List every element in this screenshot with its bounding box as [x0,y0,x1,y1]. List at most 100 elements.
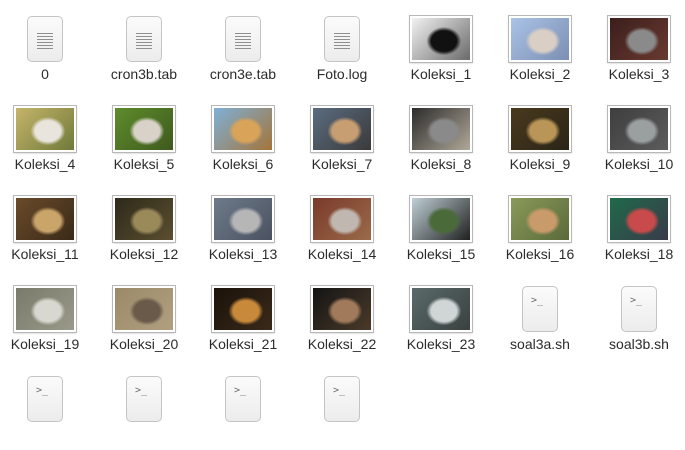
file-name-label: Koleksi_4 [14,156,76,172]
terminal-prompt-glyph: >_ [36,385,49,396]
image-thumbnail-icon [311,106,373,152]
text-lines [334,33,350,49]
file-name-label: Koleksi_6 [212,156,274,172]
file-name-label: Koleksi_18 [604,246,674,262]
file-item[interactable]: Koleksi_14 [294,180,390,270]
file-name-label: Koleksi_21 [208,336,278,352]
file-item[interactable]: Koleksi_11 [0,180,93,270]
file-item[interactable]: Koleksi_10 [591,90,685,180]
file-item[interactable]: Koleksi_16 [492,180,588,270]
image-thumbnail-icon [14,196,76,242]
image-thumbnail-icon [509,106,571,152]
file-icon-wrap: >_ [195,375,291,423]
file-name-label: Foto.log [316,66,368,82]
file-item[interactable]: Koleksi_4 [0,90,93,180]
file-item[interactable]: >_ soal3b.sh [591,270,685,360]
file-item[interactable]: >_ [294,360,390,450]
file-icon-wrap [96,15,192,63]
file-icon-wrap: >_ [0,375,93,423]
file-icon-wrap [492,195,588,243]
file-name-label: Koleksi_15 [406,246,476,262]
file-item[interactable]: Koleksi_2 [492,0,588,90]
file-item[interactable]: Koleksi_15 [393,180,489,270]
file-name-label: soal3a.sh [510,336,570,352]
image-thumbnail-icon [113,286,175,332]
file-icon-wrap [294,195,390,243]
file-item[interactable]: Koleksi_7 [294,90,390,180]
file-item[interactable]: Koleksi_19 [0,270,93,360]
image-thumbnail-icon [509,16,571,62]
image-thumbnail-icon [410,286,472,332]
file-icon-wrap [393,105,489,153]
file-icon-wrap [591,195,685,243]
file-item[interactable]: Koleksi_23 [393,270,489,360]
image-thumbnail-icon [113,106,175,152]
text-document-icon [126,16,162,62]
file-item[interactable]: Koleksi_12 [96,180,192,270]
file-icon-wrap: >_ [492,285,588,333]
image-thumbnail-icon [311,286,373,332]
file-name-label: Koleksi_5 [113,156,175,172]
file-name-label: 0 [41,66,49,82]
file-item[interactable]: cron3e.tab [195,0,291,90]
image-thumbnail-icon [608,106,670,152]
file-icon-wrap [393,285,489,333]
terminal-prompt-glyph: >_ [630,295,643,306]
file-item[interactable]: Koleksi_18 [591,180,685,270]
file-name-label: Koleksi_3 [608,66,670,82]
file-item[interactable]: Koleksi_8 [393,90,489,180]
shell-script-icon: >_ [126,376,162,422]
text-lines [235,33,251,49]
shell-script-icon: >_ [225,376,261,422]
file-item[interactable]: cron3b.tab [96,0,192,90]
file-name-label: Koleksi_7 [311,156,373,172]
image-thumbnail-icon [14,286,76,332]
file-name-label: Koleksi_2 [509,66,571,82]
file-icon-wrap [195,195,291,243]
file-icon-wrap [0,15,93,63]
image-thumbnail-icon [212,106,274,152]
terminal-prompt-glyph: >_ [333,385,346,396]
file-item[interactable]: Koleksi_13 [195,180,291,270]
file-item[interactable]: >_ [0,360,93,450]
file-name-label: Koleksi_12 [109,246,179,262]
file-name-label: Koleksi_22 [307,336,377,352]
file-item[interactable]: Foto.log [294,0,390,90]
image-thumbnail-icon [608,196,670,242]
image-thumbnail-icon [410,16,472,62]
file-icon-wrap [393,15,489,63]
file-item[interactable]: Koleksi_21 [195,270,291,360]
file-item[interactable]: Koleksi_5 [96,90,192,180]
file-icon-wrap [96,285,192,333]
file-item[interactable]: Koleksi_6 [195,90,291,180]
shell-script-icon: >_ [324,376,360,422]
file-name-label: cron3e.tab [209,66,277,82]
file-icon-wrap [492,105,588,153]
file-name-label: cron3b.tab [110,66,178,82]
file-grid: 0 cron3b.tab cron3e.tab Foto.log Koleksi_1 Ko… [0,0,685,422]
file-item[interactable]: 0 [0,0,93,90]
file-item[interactable]: Koleksi_20 [96,270,192,360]
file-name-label: Koleksi_10 [604,156,674,172]
file-icon-wrap: >_ [591,285,685,333]
file-icon-wrap [0,285,93,333]
file-item[interactable]: >_ [96,360,192,450]
file-icon-wrap [96,195,192,243]
file-item[interactable]: Koleksi_3 [591,0,685,90]
image-thumbnail-icon [113,196,175,242]
file-item[interactable]: Koleksi_22 [294,270,390,360]
image-thumbnail-icon [410,106,472,152]
file-name-label: Koleksi_20 [109,336,179,352]
text-document-icon [27,16,63,62]
file-name-label: Koleksi_1 [410,66,472,82]
file-name-label: Koleksi_8 [410,156,472,172]
file-icon-wrap [0,195,93,243]
file-item[interactable]: Koleksi_9 [492,90,588,180]
image-thumbnail-icon [14,106,76,152]
file-name-label: Koleksi_19 [10,336,80,352]
file-name-label: soal3b.sh [609,336,669,352]
file-item[interactable]: >_ [195,360,291,450]
file-item[interactable]: >_ soal3a.sh [492,270,588,360]
file-item[interactable]: Koleksi_1 [393,0,489,90]
image-thumbnail-icon [509,196,571,242]
